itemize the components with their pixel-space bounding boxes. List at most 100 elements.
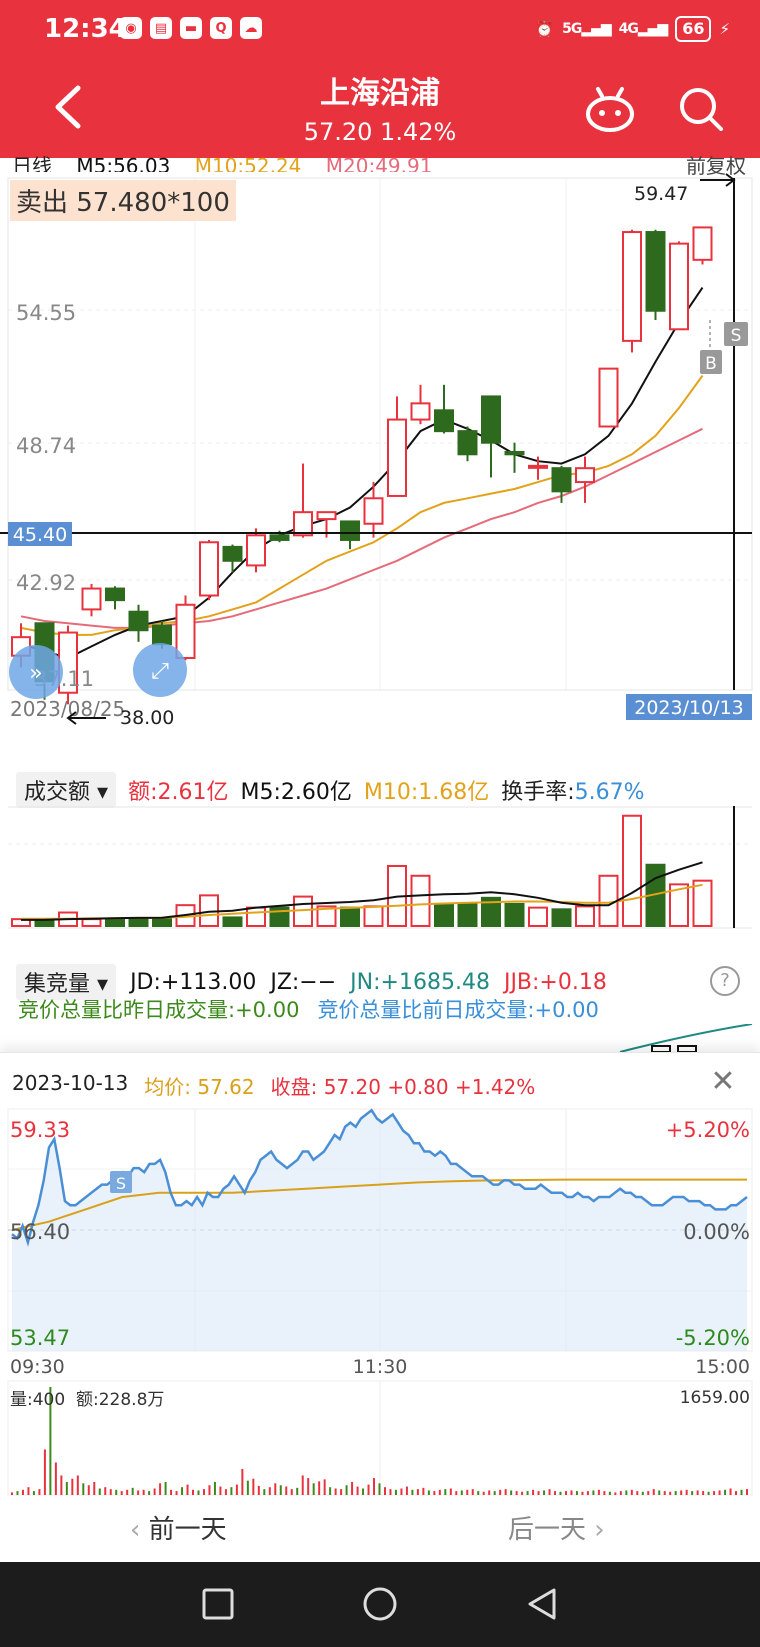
day-navigation: ‹ 前一天 后一天 › xyxy=(0,1497,760,1557)
status-time: 12:34 xyxy=(44,14,127,44)
close-icon[interactable]: ✕ xyxy=(708,1067,738,1097)
intraday-pct-low: -5.20% xyxy=(676,1326,750,1350)
status-indicators: ⏰ 5G▂▄▆ 4G▂▄▆ 66 ⚡ xyxy=(535,16,730,42)
candle-body xyxy=(199,541,219,597)
price-label-1: 54.55 xyxy=(16,301,76,325)
search-app-icon: Q xyxy=(210,17,232,39)
signal-5g-icon: 5G▂▄▆ xyxy=(562,21,612,37)
volume-indicator-select[interactable]: 成交额 ▾ xyxy=(16,772,117,808)
intraday-popup: 2023-10-13 均价: 57.62 收盘: 57.20 +0.80 +1.… xyxy=(0,1052,760,1563)
intraday-time-mid: 11:30 xyxy=(353,1356,408,1378)
candle-body xyxy=(551,467,572,493)
candle-body xyxy=(622,231,642,342)
auction-ratios: 竞价总量比昨日成交量:+0.00 竞价总量比前日成交量:+0.00 xyxy=(18,994,599,1024)
intraday-avg-value: 57.62 xyxy=(197,1075,255,1099)
volume-bar xyxy=(692,879,713,928)
candle-body xyxy=(669,242,689,331)
status-bar: 12:34 ◉ ▤ ▬ Q ☁ ⏰ 5G▂▄▆ 4G▂▄▆ 66 ⚡ xyxy=(0,0,760,60)
stock-change-pct: 1.42% xyxy=(380,118,457,146)
intraday-close: 收盘: 57.20 +0.80 +1.42% xyxy=(271,1071,536,1100)
intraday-y-mid: 56.40 xyxy=(10,1220,70,1244)
price-axis-labels: 54.55 48.74 42.92 37.11 xyxy=(16,301,94,691)
sell-marker: S xyxy=(731,326,742,346)
intraday-pct-mid: 0.00% xyxy=(683,1220,750,1244)
recent-apps-icon[interactable] xyxy=(198,1584,238,1624)
next-day-label: 后一天 xyxy=(508,1515,587,1545)
stock-name: 上海沿浦 xyxy=(320,76,440,111)
price-label-2: 48.74 xyxy=(16,434,76,458)
intraday-price-area xyxy=(12,1110,747,1351)
candle-body xyxy=(434,409,454,433)
candle-body xyxy=(152,624,172,646)
volume-bar xyxy=(128,918,149,927)
auction-ratio-yesterday: 竞价总量比昨日成交量:+0.00 xyxy=(18,998,300,1022)
turnover-value: 5.67% xyxy=(574,780,645,805)
chevron-right-icon: › xyxy=(586,1515,605,1545)
volume-bar xyxy=(457,902,478,927)
volume-amount: 额:2.61亿 xyxy=(128,780,229,805)
candle-body xyxy=(175,603,196,660)
intraday-chart[interactable]: S 59.33 56.40 53.47 +5.20% 0.00% -5.20% … xyxy=(0,1107,760,1497)
intraday-date: 2023-10-13 xyxy=(12,1071,129,1095)
price-label-3: 42.92 xyxy=(16,571,76,595)
candle-body xyxy=(387,418,407,497)
volume-bar xyxy=(575,905,595,928)
candle-body xyxy=(81,587,102,611)
auction-jn-line xyxy=(619,1024,753,1052)
home-icon[interactable] xyxy=(360,1584,400,1624)
chevron-left-icon: ‹ xyxy=(130,1515,149,1545)
net-label-1: 5G xyxy=(562,21,582,37)
intraday-vol-label: 量:400 xyxy=(10,1390,65,1410)
auction-jjb: JJB:+0.18 xyxy=(503,969,607,995)
candle-body xyxy=(316,511,337,521)
next-day-button[interactable]: 后一天 › xyxy=(508,1509,605,1546)
end-date: 2023/10/13 xyxy=(634,697,744,719)
stock-price: 57.20 xyxy=(303,118,373,146)
candle-body xyxy=(293,511,313,537)
help-icon[interactable]: ? xyxy=(710,966,740,996)
intraday-avg-label: 均价: xyxy=(144,1075,191,1099)
volume-bar xyxy=(504,902,525,927)
net-label-2: 4G xyxy=(618,21,639,37)
prev-day-button[interactable]: ‹ 前一天 xyxy=(130,1509,227,1546)
candle-body xyxy=(457,430,478,456)
candle-body xyxy=(504,450,525,456)
auction-chart xyxy=(619,1024,753,1052)
low-price-marker: 38.00 xyxy=(120,707,174,729)
app-header: 12:34 ◉ ▤ ▬ Q ☁ ⏰ 5G▂▄▆ 4G▂▄▆ 66 ⚡ 上海沿浦 … xyxy=(0,0,760,158)
volume-chart[interactable] xyxy=(0,806,760,930)
expand-left-icon: » xyxy=(29,661,42,686)
fullscreen-icon: ⤢ xyxy=(151,659,169,684)
alarm-icon: ⏰ xyxy=(535,20,555,38)
intraday-sell-marker: S xyxy=(116,1174,126,1193)
book-icon: ▤ xyxy=(150,17,172,39)
volume-indicator-label: 成交额 xyxy=(24,780,91,805)
prev-day-label: 前一天 xyxy=(148,1515,227,1545)
notification-icons: ◉ ▤ ▬ Q ☁ xyxy=(120,17,262,39)
volume-bar xyxy=(340,906,360,927)
robot-assistant-icon[interactable] xyxy=(582,84,638,134)
intraday-avg: 均价: 57.62 xyxy=(144,1071,254,1100)
volume-bar xyxy=(363,905,384,928)
candle-body xyxy=(363,497,384,525)
volume-bar xyxy=(410,874,431,927)
auction-jz: JZ:−− xyxy=(270,969,337,995)
turnover-label: 换手率: xyxy=(501,780,575,805)
volume-bar xyxy=(81,918,102,927)
volume-m10: M10:1.68亿 xyxy=(363,780,490,805)
intraday-header: 2023-10-13 均价: 57.62 收盘: 57.20 +0.80 +1.… xyxy=(12,1071,535,1100)
volume-bar xyxy=(434,902,454,927)
intraday-vol-max: 1659.00 xyxy=(680,1388,750,1408)
back-nav-icon[interactable] xyxy=(522,1584,562,1624)
candle-body xyxy=(575,467,595,484)
volume-bar xyxy=(551,908,572,927)
candle-body xyxy=(410,402,431,421)
intraday-amt-label: 额:228.8万 xyxy=(76,1390,164,1410)
volume-bar xyxy=(152,918,172,927)
volume-bar xyxy=(246,906,266,927)
battery-level: 66 xyxy=(682,19,705,38)
intraday-y-low: 53.47 xyxy=(10,1326,70,1350)
candle-body xyxy=(528,464,548,469)
candlestick-chart[interactable]: 54.55 48.74 42.92 37.11 45.40 2023/10/13… xyxy=(0,170,760,730)
search-icon[interactable] xyxy=(676,84,726,134)
